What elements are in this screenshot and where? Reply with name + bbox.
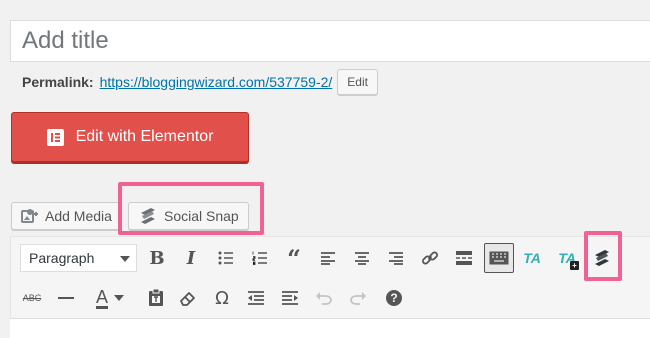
bold-button[interactable]: B (143, 244, 171, 272)
format-select-value: Paragraph (29, 250, 95, 266)
elementor-button-label: Edit with Elementor (75, 128, 214, 145)
outdent-button[interactable] (242, 284, 270, 312)
elementor-logo-icon (46, 128, 64, 146)
align-left-icon (321, 252, 335, 265)
add-media-icon (21, 209, 38, 223)
read-more-icon (456, 251, 472, 265)
format-select[interactable]: Paragraph (20, 244, 137, 272)
social-snap-icon (595, 250, 609, 266)
post-title-input[interactable]: Add title (10, 20, 650, 62)
horizontal-line-button[interactable] (52, 284, 80, 312)
editor-content-area[interactable] (10, 318, 650, 338)
bulleted-list-icon (218, 251, 233, 265)
thirstyaffiliates-button[interactable]: TA (518, 244, 546, 272)
permalink-url-link[interactable]: https://bloggingwizard.com/537759-2/ (100, 74, 333, 90)
bold-icon: B (149, 247, 165, 269)
social-snap-button[interactable]: Social Snap (128, 202, 249, 230)
italic-icon: I (186, 247, 196, 269)
paste-as-text-button[interactable] (142, 284, 170, 312)
edit-with-elementor-button[interactable]: Edit with Elementor (11, 112, 249, 162)
strikethrough-button[interactable]: ABC (18, 284, 46, 312)
insert-link-button[interactable] (416, 244, 444, 272)
outdent-icon (248, 291, 264, 305)
help-icon: ? (386, 290, 402, 306)
align-center-button[interactable] (348, 244, 376, 272)
permalink-edit-button[interactable]: Edit (337, 69, 378, 95)
italic-button[interactable]: I (177, 244, 205, 272)
redo-button[interactable] (344, 284, 372, 312)
permalink-row: Permalink: https://bloggingwizard.com/53… (22, 69, 378, 95)
bulleted-list-button[interactable] (212, 244, 240, 272)
social-snap-label: Social Snap (164, 208, 239, 224)
add-media-button[interactable]: Add Media (11, 202, 122, 230)
social-snap-icon (141, 208, 155, 224)
horizontal-line-icon (58, 297, 74, 299)
plus-badge-icon: + (570, 261, 579, 270)
help-button[interactable]: ? (380, 284, 408, 312)
indent-button[interactable] (276, 284, 304, 312)
link-icon (422, 251, 438, 265)
blockquote-icon: “ (287, 243, 301, 273)
numbered-list-icon (252, 251, 267, 265)
clear-formatting-button[interactable] (174, 284, 202, 312)
align-right-button[interactable] (382, 244, 410, 272)
align-center-icon (355, 252, 369, 265)
read-more-button[interactable] (450, 244, 478, 272)
undo-button[interactable] (310, 284, 338, 312)
special-character-button[interactable]: Ω (208, 284, 236, 312)
text-color-button[interactable]: A (88, 284, 132, 312)
text-color-icon: A (95, 286, 108, 309)
undo-icon (316, 292, 332, 305)
numbered-list-button[interactable] (246, 244, 274, 272)
permalink-label: Permalink: (22, 74, 94, 90)
thirstyaffiliates-add-button[interactable]: TA + (553, 244, 581, 272)
chevron-down-icon (120, 256, 130, 262)
indent-icon (282, 291, 298, 305)
align-left-button[interactable] (314, 244, 342, 272)
blockquote-button[interactable]: “ (280, 243, 308, 273)
toolbar-toggle-button[interactable] (484, 243, 514, 273)
add-media-label: Add Media (45, 208, 112, 224)
omega-icon: Ω (215, 287, 229, 309)
chevron-down-icon (114, 295, 124, 301)
clipboard-icon (149, 289, 163, 306)
thirstyaffiliates-icon: TA (523, 250, 541, 266)
social-snap-toolbar-button[interactable] (588, 244, 616, 272)
eraser-icon (180, 292, 195, 306)
strikethrough-icon: ABC (22, 293, 42, 303)
align-right-icon (389, 252, 403, 265)
redo-icon (350, 292, 366, 305)
keyboard-icon (489, 251, 509, 265)
